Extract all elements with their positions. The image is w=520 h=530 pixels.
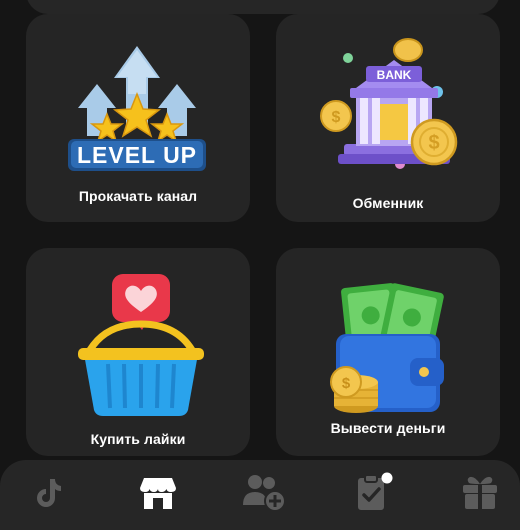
level-up-badge-text: LEVEL UP [77,142,197,168]
svg-text:$: $ [332,109,341,126]
card-label: Прокачать канал [78,188,198,204]
nav-shop[interactable] [128,468,188,516]
nav-gifts[interactable] [450,468,510,516]
nav-tasks[interactable] [344,468,404,516]
svg-text:$: $ [428,132,439,154]
card-label: Вывести деньги [330,420,446,436]
bottom-navigation [0,460,520,530]
card-buy-likes[interactable]: Купить лайки [26,248,250,456]
svg-text:$: $ [342,375,351,392]
tasks-clipboard-icon [358,472,393,510]
notification-dot [381,472,393,484]
tiktok-icon [37,479,61,507]
card-label: Обменник [352,195,424,211]
add-users-icon [243,475,286,511]
shop-icon [140,478,176,509]
previous-card-stub [26,0,500,14]
card-exchange[interactable]: BANK $ $ Обменник [276,14,500,222]
likes-basket-illustration [78,274,204,416]
bank-sign-text: BANK [377,68,412,82]
card-label: Купить лайки [90,431,186,447]
gift-icon [463,476,497,509]
nav-tiktok[interactable] [18,468,78,516]
card-boost-channel[interactable]: LEVEL UP Прокачать канал [26,14,250,222]
nav-add-users[interactable] [235,468,295,516]
level-up-illustration: LEVEL UP [68,46,206,171]
card-withdraw-money[interactable]: $ Вывести деньги [276,248,500,456]
wallet-money-illustration: $ [330,283,444,413]
bank-illustration: BANK $ $ [320,38,458,169]
